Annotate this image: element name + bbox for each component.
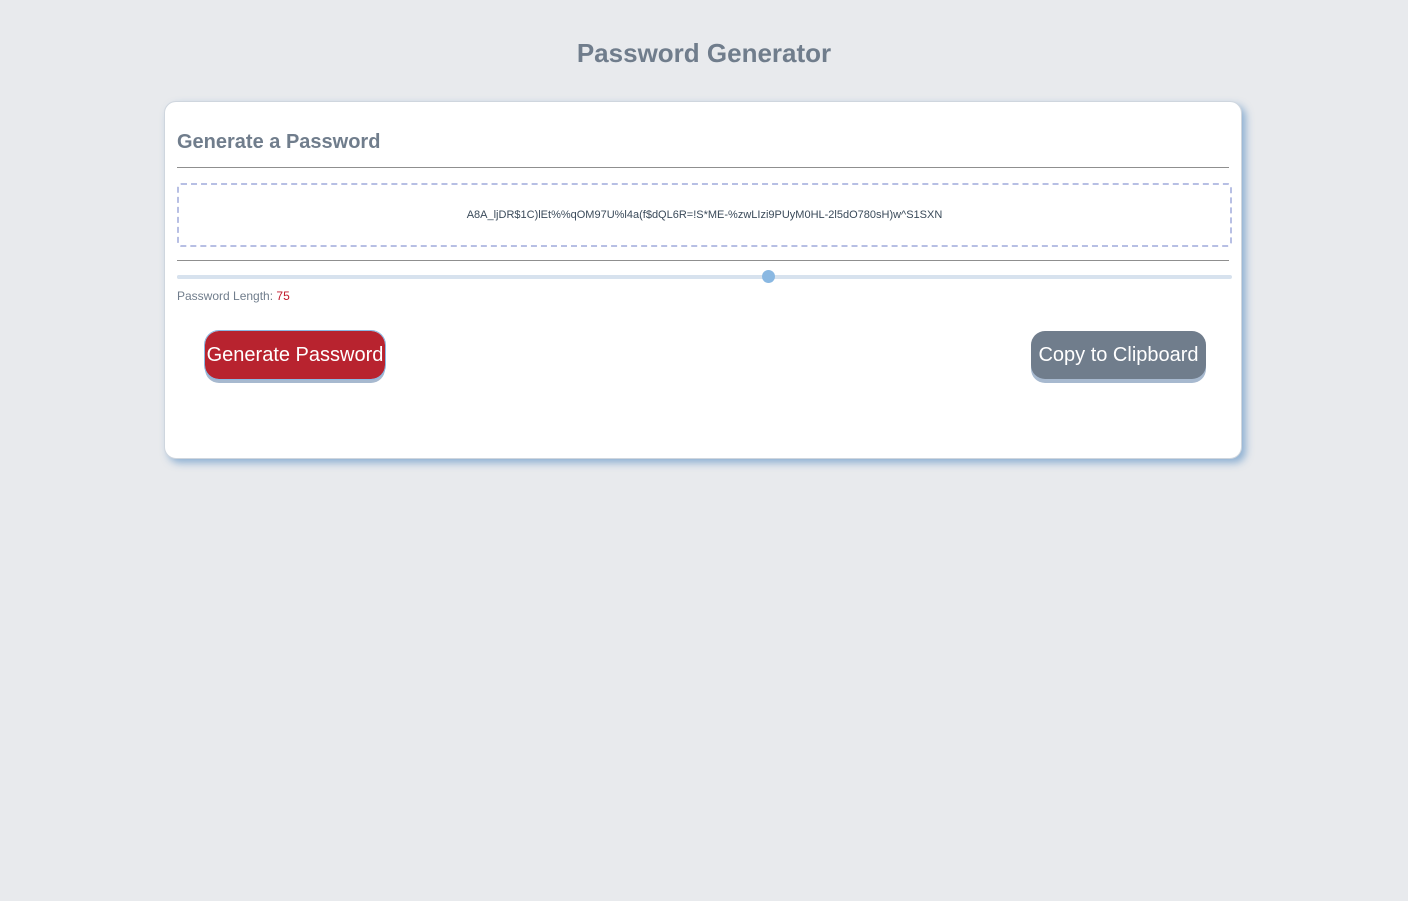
copy-to-clipboard-button[interactable]: Copy to Clipboard: [1031, 331, 1206, 379]
password-output[interactable]: A8A_ljDR$1C)lEt%%qOM97U%l4a(f$dQL6R=!S*M…: [177, 183, 1232, 247]
slider-fill: [177, 275, 768, 279]
password-length-label: Password Length: 75: [177, 289, 290, 303]
card-title: Generate a Password: [177, 131, 381, 153]
page-title: Password Generator: [576, 38, 832, 68]
password-length-slider[interactable]: [177, 270, 1232, 283]
generate-password-button[interactable]: Generate Password: [204, 330, 386, 380]
length-value: 75: [276, 289, 290, 303]
divider-top: [177, 167, 1229, 168]
slider-thumb[interactable]: [761, 270, 775, 283]
length-label-text: Password Length:: [177, 289, 274, 303]
divider-bottom: [177, 260, 1229, 261]
generator-card: Generate a Password A8A_ljDR$1C)lEt%%qOM…: [164, 101, 1242, 459]
